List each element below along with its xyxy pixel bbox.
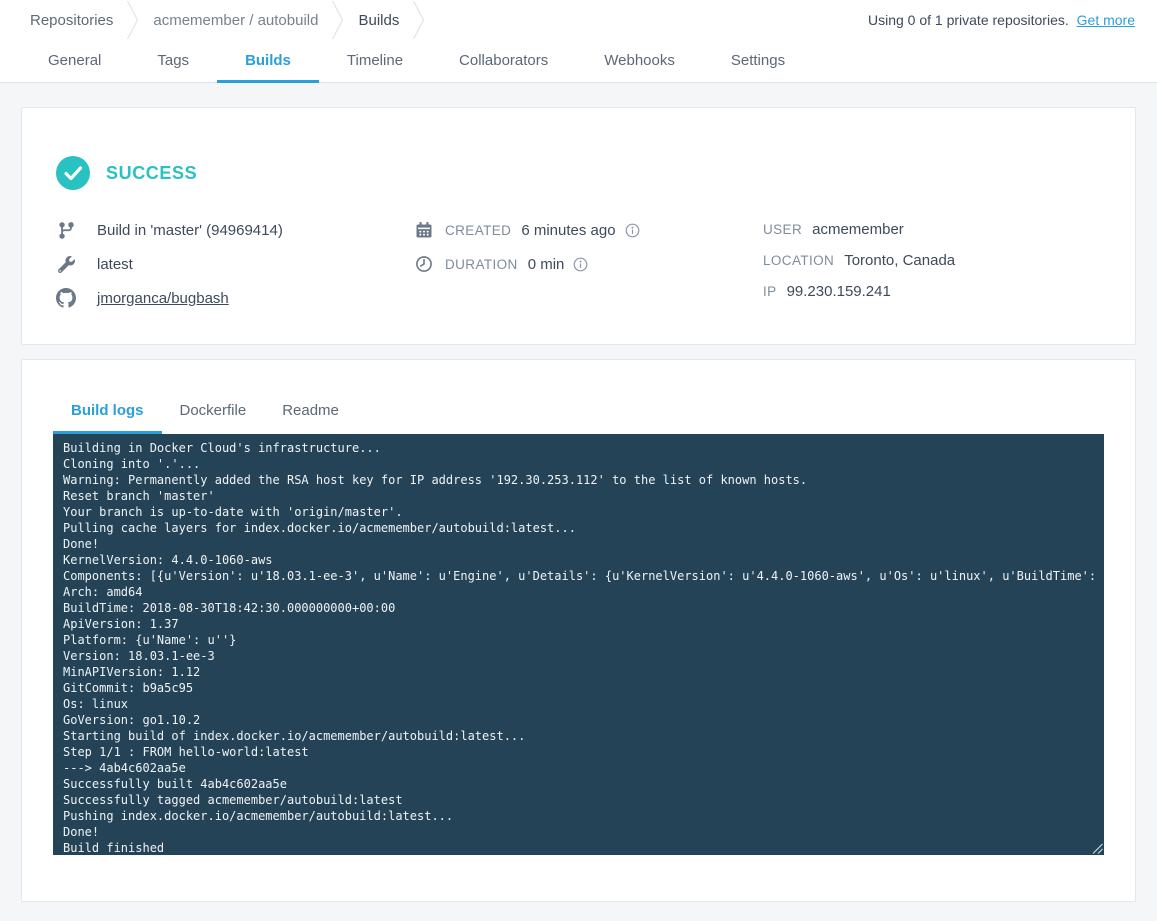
info-icon[interactable] [573,257,588,272]
repo-tab-bar: General Tags Builds Timeline Collaborato… [0,40,1157,83]
tab-general[interactable]: General [20,40,129,82]
build-source-text: Build in 'master' (94969414) [97,222,283,239]
quota-text: Using 0 of 1 private repositories. [868,12,1069,28]
clock-icon [415,255,433,273]
build-source-column: Build in 'master' (94969414) latest jmor… [56,220,415,322]
location-value: Toronto, Canada [844,252,955,269]
location-row: LOCATION Toronto, Canada [763,251,1101,269]
breadcrumb-builds: Builds [345,12,412,29]
tab-timeline[interactable]: Timeline [319,40,431,82]
build-tag-text: latest [97,256,133,273]
github-icon [56,288,76,308]
created-value: 6 minutes ago [521,222,615,239]
resize-grip-icon[interactable] [1092,843,1103,854]
tab-collaborators[interactable]: Collaborators [431,40,576,82]
tab-tags[interactable]: Tags [129,40,217,82]
user-row: USER acmemember [763,220,1101,238]
created-row: CREATED 6 minutes ago [415,220,763,240]
tab-readme[interactable]: Readme [264,390,357,434]
build-source-row: Build in 'master' (94969414) [56,220,415,240]
tab-dockerfile[interactable]: Dockerfile [162,390,265,434]
build-summary-card: SUCCESS Build in 'master' (94969414) lat… [21,107,1136,345]
ip-value: 99.230.159.241 [787,283,891,300]
source-repo-link[interactable]: jmorganca/bugbash [97,290,229,307]
chevron-right-icon [331,1,345,39]
wrench-icon [56,256,76,273]
breadcrumb: Repositories acmemember / autobuild Buil… [30,0,426,40]
build-status-row: SUCCESS [56,156,1101,190]
top-bar: Repositories acmemember / autobuild Buil… [0,0,1157,40]
build-meta-grid: Build in 'master' (94969414) latest jmor… [56,220,1101,322]
build-log-terminal[interactable]: Building in Docker Cloud's infrastructur… [53,434,1104,855]
ip-row: IP 99.230.159.241 [763,282,1101,300]
user-label: USER [763,222,802,237]
breadcrumb-repositories[interactable]: Repositories [30,12,126,29]
tab-build-logs[interactable]: Build logs [53,390,162,434]
chevron-right-icon [126,1,140,39]
main-content: SUCCESS Build in 'master' (94969414) lat… [0,83,1157,902]
log-tab-bar: Build logs Dockerfile Readme [53,390,1104,434]
tab-builds[interactable]: Builds [217,40,319,82]
duration-value: 0 min [528,256,565,273]
private-repo-quota: Using 0 of 1 private repositories. Get m… [868,12,1135,28]
build-logs-card: Build logs Dockerfile Readme Building in… [21,359,1136,902]
tab-webhooks[interactable]: Webhooks [576,40,703,82]
terminal-container: Building in Docker Cloud's infrastructur… [53,434,1104,855]
duration-label: DURATION [445,257,518,272]
chevron-right-icon [412,1,426,39]
build-tag-row: latest [56,254,415,274]
info-icon[interactable] [625,223,640,238]
build-user-column: USER acmemember LOCATION Toronto, Canada… [763,220,1101,322]
build-times-column: CREATED 6 minutes ago DURATION 0 min [415,220,763,322]
calendar-icon [415,221,433,239]
breadcrumb-repository[interactable]: acmemember / autobuild [140,12,331,29]
tab-settings[interactable]: Settings [703,40,813,82]
get-more-link[interactable]: Get more [1077,12,1135,28]
source-repo-row: jmorganca/bugbash [56,288,415,308]
git-branch-icon [56,221,76,240]
build-status-label: SUCCESS [106,163,197,184]
duration-row: DURATION 0 min [415,254,763,274]
user-value: acmemember [812,221,904,238]
ip-label: IP [763,284,777,299]
success-check-icon [56,156,90,190]
location-label: LOCATION [763,253,834,268]
created-label: CREATED [445,223,511,238]
